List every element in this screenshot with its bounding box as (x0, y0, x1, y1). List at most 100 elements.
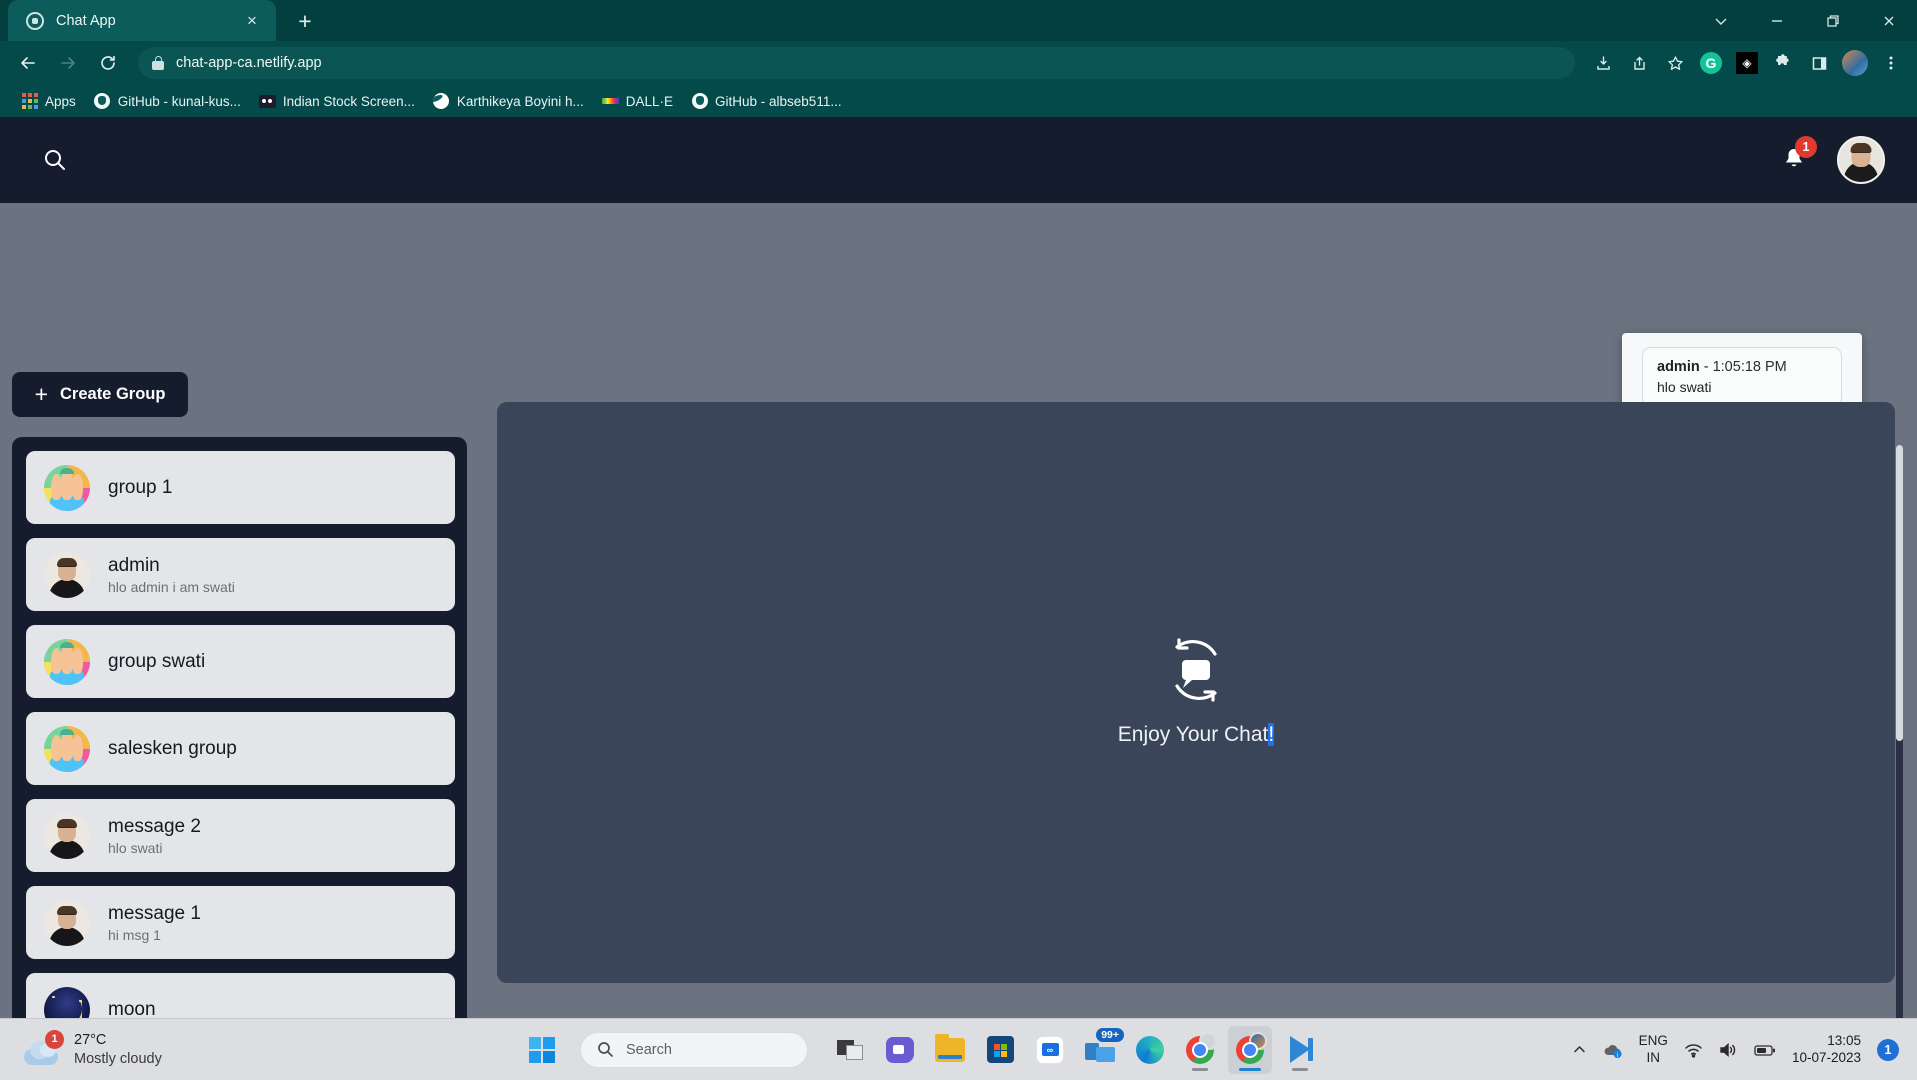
browser-tab[interactable]: Chat App × (8, 0, 276, 41)
forward-button[interactable] (50, 45, 86, 81)
windows-start-icon (529, 1036, 555, 1063)
taskbar-search-placeholder: Search (626, 1041, 672, 1058)
microsoft-store-button[interactable] (978, 1026, 1022, 1074)
nx-app-button[interactable]: ∞ (1028, 1026, 1072, 1074)
grammarly-icon[interactable]: G (1695, 47, 1727, 79)
notifications-button[interactable]: 1 (1777, 136, 1817, 177)
chevron-down-icon[interactable] (1693, 0, 1749, 41)
tab-strip: Chat App × + (0, 0, 1917, 41)
apps-grid-icon (21, 93, 38, 110)
volume-icon[interactable] (1719, 1042, 1738, 1058)
side-panel-icon[interactable] (1803, 47, 1835, 79)
share-icon[interactable] (1623, 47, 1655, 79)
chat-list-item-group-1[interactable]: group 1 (26, 451, 455, 524)
close-window-icon[interactable] (1861, 0, 1917, 41)
restore-icon[interactable] (1805, 0, 1861, 41)
language-indicator[interactable]: ENG IN (1639, 1033, 1668, 1065)
language-region: IN (1646, 1049, 1661, 1065)
bookmark-star-icon[interactable] (1659, 47, 1691, 79)
task-view-button[interactable] (828, 1026, 872, 1074)
file-explorer-button[interactable] (928, 1026, 972, 1074)
start-button[interactable] (520, 1026, 564, 1074)
person-avatar-icon (44, 551, 90, 598)
search-icon (598, 1042, 613, 1057)
notification-message: hlo swati (1657, 379, 1712, 395)
bookmark-label: GitHub - kunal-kus... (117, 93, 241, 109)
chat-list-item-admin[interactable]: admin hlo admin i am swati (26, 538, 455, 611)
extensions-puzzle-icon[interactable] (1767, 47, 1799, 79)
notification-toast[interactable]: admin - 1:05:18 PM hlo swati (1642, 347, 1842, 407)
chat-list-item-group-swati[interactable]: group swati (26, 625, 455, 698)
notification-separator: - (1699, 359, 1713, 375)
chat-list: group 1 admin hlo admin i am swati group… (26, 451, 455, 1018)
bookmark-label: DALL·E (625, 93, 674, 109)
chat-conversation-area: Enjoy Your Chat! (497, 402, 1895, 983)
chat-name: message 2 (108, 815, 201, 837)
bookmark-apps[interactable]: Apps (12, 90, 85, 113)
bookmark-indian-stock-screener[interactable]: Indian Stock Screen... (250, 90, 424, 113)
chat-list-item-moon[interactable]: moon (26, 973, 455, 1018)
person-avatar-icon (44, 899, 90, 946)
notification-center-badge[interactable]: 1 (1877, 1038, 1899, 1061)
app-header: 1 (0, 117, 1917, 203)
chat-name: moon (108, 998, 156, 1019)
address-bar[interactable]: chat-app-ca.netlify.app (138, 47, 1575, 79)
chat-name: salesken group (108, 737, 237, 759)
back-button[interactable] (10, 45, 46, 81)
search-icon[interactable] (40, 145, 70, 175)
show-hidden-icons-button[interactable] (1572, 1042, 1587, 1057)
chrome-icon (1236, 1031, 1267, 1064)
system-tray: i ENG IN 13:05 10-07-2023 1 (1572, 1033, 1917, 1067)
taskbar-search[interactable]: Search (580, 1031, 808, 1068)
extension-dark-icon[interactable]: ◈ (1731, 47, 1763, 79)
tab-title: Chat App (56, 12, 116, 29)
phone-link-button[interactable]: 99+ (1078, 1026, 1124, 1074)
create-group-button[interactable]: + Create Group (12, 372, 188, 417)
lock-icon (152, 56, 164, 70)
chat-list-item-message-1[interactable]: message 1 hi msg 1 (26, 886, 455, 959)
reload-button[interactable] (90, 45, 126, 81)
windows-taskbar: 1 27°C Mostly cloudy Search ∞ 99+ i ENG … (0, 1018, 1917, 1080)
clock[interactable]: 13:05 10-07-2023 (1792, 1033, 1861, 1067)
avatar[interactable] (1837, 136, 1885, 184)
wifi-icon[interactable] (1684, 1042, 1703, 1058)
phone-link-badge: 99+ (1096, 1027, 1124, 1042)
onedrive-icon[interactable]: i (1603, 1041, 1623, 1059)
profile-avatar-icon[interactable] (1839, 47, 1871, 79)
bookmark-label: Indian Stock Screen... (282, 93, 415, 109)
bookmark-github-kunal[interactable]: GitHub - kunal-kus... (85, 90, 250, 113)
notification-header: admin - 1:05:18 PM (1657, 359, 1827, 375)
notification-badge: 1 (1795, 136, 1817, 158)
close-tab-icon[interactable]: × (240, 9, 264, 33)
selected-text: ! (1268, 722, 1275, 746)
chat-name: group swati (108, 650, 206, 672)
bookmark-dalle[interactable]: DALL·E (593, 90, 682, 113)
chat-list-scrollbar-thumb[interactable] (1896, 445, 1903, 741)
bookmark-karthikeya-boyini[interactable]: Karthikeya Boyini h... (424, 90, 593, 113)
teams-button[interactable] (878, 1026, 922, 1074)
weather-widget[interactable]: 1 27°C Mostly cloudy (0, 1029, 520, 1067)
new-tab-button[interactable]: + (290, 6, 320, 36)
vscode-icon (1286, 1036, 1314, 1063)
chrome-button-1[interactable] (1178, 1026, 1222, 1074)
moon-avatar-icon (44, 986, 90, 1018)
bookmark-label: Apps (45, 93, 76, 109)
github-icon (691, 93, 708, 110)
chat-list-item-message-2[interactable]: message 2 hlo swati (26, 799, 455, 872)
install-icon[interactable] (1587, 47, 1619, 79)
microsoft-store-icon (986, 1036, 1014, 1063)
chrome-button-2-active[interactable] (1228, 1025, 1272, 1074)
vscode-button[interactable] (1278, 1026, 1322, 1074)
chat-list-item-salesken-group[interactable]: salesken group (26, 712, 455, 785)
kebab-menu-icon[interactable] (1875, 47, 1907, 79)
bookmark-github-albseb511[interactable]: GitHub - albseb511... (682, 90, 851, 113)
bookmarks-bar: Apps GitHub - kunal-kus... Indian Stock … (0, 85, 1917, 117)
minimize-icon[interactable] (1749, 0, 1805, 41)
globe-icon (433, 93, 450, 110)
stock-screener-icon (258, 93, 276, 110)
battery-icon[interactable] (1754, 1043, 1776, 1057)
clock-time: 13:05 (1827, 1032, 1861, 1048)
edge-button[interactable] (1128, 1026, 1172, 1074)
browser-window: Chat App × + chat-app-ca.netlify.app G ◈… (0, 0, 1917, 1018)
chat-list-scrollbar[interactable] (1896, 445, 1903, 1018)
